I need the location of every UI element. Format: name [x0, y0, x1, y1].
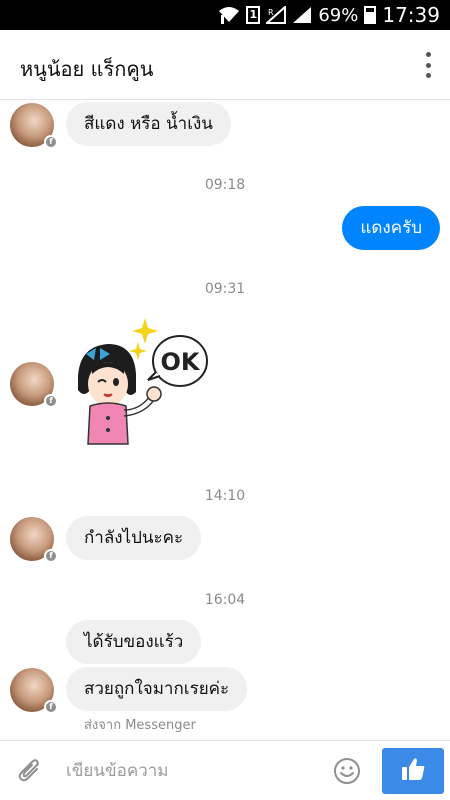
- facebook-badge-icon: f: [44, 135, 58, 149]
- clock: 17:39: [382, 3, 440, 27]
- avatar[interactable]: f: [10, 668, 58, 714]
- message-composer: [0, 740, 450, 800]
- incoming-message[interactable]: กำลังไปนะคะ: [66, 516, 202, 560]
- more-options-icon[interactable]: [420, 52, 436, 78]
- thumbs-up-icon: [399, 755, 427, 787]
- sticker-text: OK: [161, 348, 201, 376]
- facebook-badge-icon: f: [44, 394, 58, 408]
- conversation-header: หนูน้อย แร็กคูน: [0, 30, 450, 100]
- outgoing-message[interactable]: แดงครับ: [342, 206, 440, 250]
- incoming-message[interactable]: สีแดง หรือ น้ำเงิน: [66, 102, 231, 146]
- avatar[interactable]: f: [10, 103, 58, 149]
- battery-icon: [364, 6, 377, 24]
- ok-sticker[interactable]: OK: [70, 314, 215, 449]
- facebook-badge-icon: f: [44, 700, 58, 714]
- avatar[interactable]: f: [10, 517, 58, 563]
- battery-percent: 69%: [318, 4, 359, 26]
- signal-icon: R: [266, 6, 287, 24]
- sent-from-label: ส่งจาก Messenger: [84, 718, 196, 733]
- status-bar: 1 R 69% 17:39: [0, 0, 450, 30]
- timestamp: 14:10: [204, 488, 246, 504]
- svg-text:R: R: [268, 8, 274, 17]
- timestamp: 16:04: [204, 592, 246, 608]
- message-list[interactable]: f สีแดง หรือ น้ำเงิน 09:18 แดงครับ 09:31…: [0, 100, 450, 740]
- wifi-icon: [218, 6, 240, 24]
- timestamp: 09:18: [204, 177, 246, 193]
- contact-name: หนูน้อย แร็กคูน: [20, 57, 154, 81]
- timestamp: 09:31: [204, 281, 246, 297]
- signal-icon: [292, 6, 312, 24]
- sim-indicator: 1: [246, 6, 261, 24]
- facebook-badge-icon: f: [44, 549, 58, 563]
- avatar[interactable]: f: [10, 362, 58, 408]
- message-input[interactable]: [66, 755, 316, 787]
- emoji-icon[interactable]: [333, 757, 361, 785]
- attach-icon[interactable]: [16, 757, 44, 785]
- like-button[interactable]: [382, 748, 444, 794]
- incoming-message[interactable]: ได้รับของแร้ว: [66, 620, 202, 664]
- incoming-message[interactable]: สวยถูกใจมากเรยค่ะ: [66, 667, 248, 711]
